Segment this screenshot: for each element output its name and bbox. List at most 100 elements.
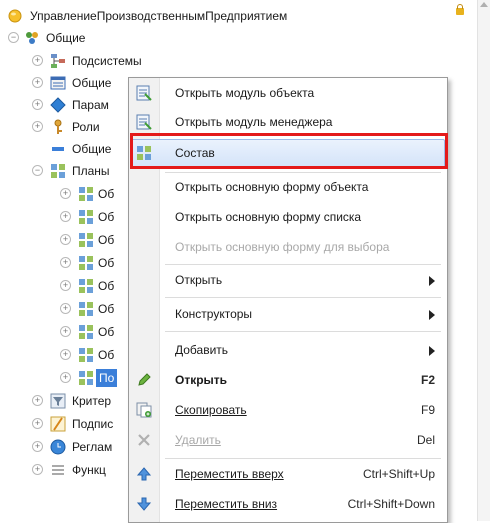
- tree-item-label: Об: [98, 256, 115, 270]
- attribute-icon: [52, 147, 64, 151]
- expand-icon[interactable]: +: [60, 257, 71, 268]
- expand-icon[interactable]: +: [32, 441, 43, 452]
- menu-item-label-text: Переместить вниз: [175, 497, 278, 511]
- collapse-icon[interactable]: −: [8, 32, 19, 43]
- tree-item-label: Реглам: [72, 440, 113, 454]
- menu-item-move-down[interactable]: Переместить вниз Ctrl+Shift+Down: [129, 489, 447, 519]
- expand-icon[interactable]: +: [60, 234, 71, 245]
- menu-item-open-submenu[interactable]: Открыть: [129, 265, 447, 295]
- module-icon: [136, 114, 152, 130]
- expand-icon[interactable]: +: [60, 188, 71, 199]
- menu-item-delete: Удалить Del: [129, 425, 447, 455]
- lock-icon: [456, 4, 464, 15]
- menu-item-label: Открыть основную форму для выбора: [175, 240, 390, 254]
- menu-item-shortcut: Ctrl+Shift+Up: [362, 467, 435, 481]
- expand-icon[interactable]: +: [60, 326, 71, 337]
- tree-item-label: Об: [98, 233, 115, 247]
- menu-item-label-text: Удалить: [175, 433, 221, 447]
- tree-item-label: Роли: [72, 120, 100, 134]
- menu-item-label: Переместить вниз: [175, 489, 277, 519]
- expand-icon[interactable]: +: [32, 464, 43, 475]
- module-icon: [136, 85, 152, 101]
- menu-item-label-text: Переместить вверх: [175, 467, 284, 481]
- delete-icon: [138, 434, 150, 446]
- expand-icon[interactable]: +: [32, 55, 43, 66]
- menu-item-label: Добавить: [175, 343, 229, 357]
- functional-options-icon: [52, 465, 64, 475]
- collapse-icon[interactable]: −: [32, 165, 43, 176]
- tree-item-label: Функц: [72, 463, 106, 477]
- tree-item-label: По: [96, 369, 118, 387]
- submenu-arrow-icon: [429, 346, 435, 356]
- exchange-plans-icon: [51, 164, 65, 178]
- menu-item-open-main-list-form[interactable]: Открыть основную форму списка: [129, 202, 447, 232]
- configuration-icon: [8, 9, 22, 23]
- exchange-plan-icon: [79, 210, 93, 224]
- clock-icon: [50, 439, 66, 455]
- menu-item-label: Открыть: [175, 373, 228, 387]
- copy-icon: [136, 402, 152, 418]
- expand-icon[interactable]: +: [60, 211, 71, 222]
- expand-icon[interactable]: +: [60, 372, 71, 383]
- menu-item-shortcut: Ctrl+Shift+Down: [347, 497, 435, 511]
- menu-item-copy[interactable]: Скопировать F9: [129, 395, 447, 425]
- exchange-plan-icon: [79, 279, 93, 293]
- filter-criteria-icon: [50, 393, 66, 409]
- arrow-down-icon: [136, 497, 152, 511]
- menu-item-open[interactable]: Открыть F2: [129, 365, 447, 395]
- menu-item-label: Открыть: [175, 273, 223, 287]
- tree-item-label: Об: [98, 325, 115, 339]
- menu-item-shortcut: F2: [420, 373, 435, 387]
- scroll-up-icon[interactable]: [480, 2, 488, 7]
- menu-item-open-main-choice-form: Открыть основную форму для выбора: [129, 232, 447, 262]
- menu-item-shortcut: Del: [416, 433, 435, 447]
- exchange-plan-icon: [79, 256, 93, 270]
- tree-item-label: Критер: [72, 394, 112, 408]
- arrow-up-icon: [136, 467, 152, 481]
- tree-item-label: Об: [98, 302, 115, 316]
- menu-item-label: Открыть основную форму объекта: [175, 180, 369, 194]
- expand-icon[interactable]: +: [32, 418, 43, 429]
- tree-item-label: Подпис: [72, 417, 114, 431]
- event-subscription-icon: [50, 416, 66, 432]
- menu-item-label: Удалить: [175, 425, 221, 455]
- subsystems-icon: [51, 54, 65, 68]
- tree-root-label: УправлениеПроизводственнымПредприятием: [30, 9, 288, 23]
- exchange-plan-icon: [79, 187, 93, 201]
- exchange-plan-icon: [79, 371, 93, 385]
- expand-icon[interactable]: +: [32, 99, 43, 110]
- menu-item-label: Открыть модуль объекта: [175, 86, 315, 100]
- tree-item-label: Об: [98, 187, 115, 201]
- menu-item-label-text: Скопировать: [175, 403, 247, 417]
- menu-item-add[interactable]: Добавить: [129, 335, 447, 365]
- submenu-arrow-icon: [429, 310, 435, 320]
- menu-item-open-main-object-form[interactable]: Открыть основную форму объекта: [129, 172, 447, 202]
- expand-icon[interactable]: +: [60, 280, 71, 291]
- menu-item-constructors[interactable]: Конструкторы: [129, 299, 447, 329]
- roles-key-icon: [54, 119, 62, 134]
- menu-item-move-up[interactable]: Переместить вверх Ctrl+Shift+Up: [129, 459, 447, 489]
- tree-item-label: Планы: [72, 164, 110, 178]
- menu-separator: [165, 331, 441, 332]
- menu-item-label: Открыть основную форму списка: [175, 210, 362, 224]
- tree-item-label: Общие: [72, 142, 112, 156]
- common-folder-icon: [26, 32, 38, 44]
- menu-item-open-object-module[interactable]: Открыть модуль объекта: [129, 78, 447, 108]
- tree-item-label: Об: [98, 348, 115, 362]
- menu-item-label: Конструкторы: [175, 307, 253, 321]
- vertical-scrollbar[interactable]: [477, 0, 490, 521]
- menu-item-label: Скопировать: [175, 395, 247, 425]
- expand-icon[interactable]: +: [32, 77, 43, 88]
- highlight-annotation-box: [130, 133, 448, 169]
- tree-item-label: Подсистемы: [72, 54, 142, 68]
- expand-icon[interactable]: +: [60, 349, 71, 360]
- menu-separator: [165, 297, 441, 298]
- expand-icon[interactable]: +: [32, 121, 43, 132]
- exchange-plan-icon: [79, 348, 93, 362]
- expand-icon[interactable]: +: [32, 395, 43, 406]
- parameters-icon: [50, 97, 66, 113]
- menu-item-shortcut: F9: [420, 403, 435, 417]
- expand-icon[interactable]: +: [60, 303, 71, 314]
- pencil-icon: [138, 373, 151, 386]
- submenu-arrow-icon: [429, 276, 435, 286]
